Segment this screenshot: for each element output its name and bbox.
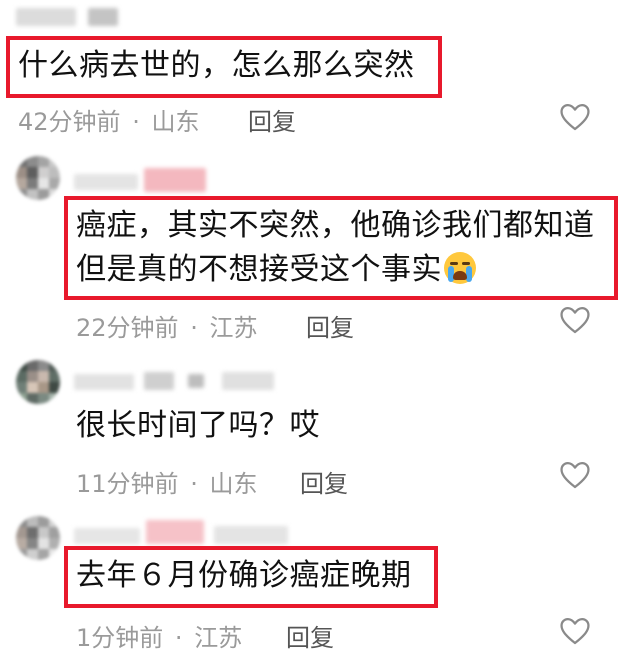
comment-text: 去年６月份确诊癌症晚期	[76, 558, 412, 593]
username-blurred[interactable]	[74, 174, 138, 190]
reply-button[interactable]: 回复	[300, 464, 348, 499]
heart-outline-icon[interactable]	[558, 100, 592, 134]
avatar[interactable]	[16, 156, 60, 200]
reply-button[interactable]: 回复	[286, 618, 334, 653]
comment-text: 什么病去世的，怎么那么突然	[18, 48, 415, 83]
crying-face-icon	[444, 252, 476, 284]
comment-time: 22分钟前	[76, 314, 179, 342]
comment-time: 11分钟前	[76, 470, 179, 498]
meta-separator: ·	[190, 470, 198, 498]
comment-time: 42分钟前	[18, 108, 121, 136]
avatar[interactable]	[16, 516, 60, 560]
comment-meta: 1分钟前 · 江苏	[76, 618, 242, 653]
comment-location: 江苏	[194, 624, 243, 652]
heart-outline-icon[interactable]	[558, 458, 592, 492]
comment-location: 江苏	[209, 314, 258, 342]
meta-separator: ·	[132, 108, 140, 136]
username-blurred-3	[188, 374, 204, 388]
comment-time: 1分钟前	[76, 624, 164, 652]
username-blurred[interactable]	[74, 528, 140, 544]
username-blurred-4	[222, 372, 274, 390]
comment-text-line-1: 癌症，其实不突然，他确诊我们都知道	[76, 208, 595, 243]
username-blurred-3	[214, 526, 288, 544]
avatar[interactable]	[16, 360, 60, 404]
username-blurred-2	[144, 168, 206, 192]
meta-separator: ·	[190, 314, 198, 342]
comment-text-line-2-content: 但是真的不想接受这个事实	[76, 252, 442, 287]
reply-button[interactable]: 回复	[248, 102, 296, 137]
reply-button[interactable]: 回复	[306, 308, 354, 343]
comment-location: 山东	[209, 470, 258, 498]
username-blurred[interactable]	[74, 374, 134, 390]
username-blurred[interactable]	[16, 8, 76, 26]
comment-meta: 11分钟前 · 山东	[76, 464, 257, 499]
heart-outline-icon[interactable]	[558, 614, 592, 648]
username-blurred-2	[146, 520, 204, 544]
comment-meta: 42分钟前 · 山东	[18, 102, 199, 137]
comment-location: 山东	[151, 108, 200, 136]
heart-outline-icon[interactable]	[558, 303, 592, 337]
comment-text-line-2: 但是真的不想接受这个事实	[76, 248, 476, 292]
comment-meta: 22分钟前 · 江苏	[76, 308, 257, 343]
username-blurred-2	[88, 8, 118, 26]
username-blurred-2	[144, 372, 174, 390]
comment-text: 很长时间了吗？哎	[76, 408, 320, 443]
meta-separator: ·	[174, 624, 183, 652]
